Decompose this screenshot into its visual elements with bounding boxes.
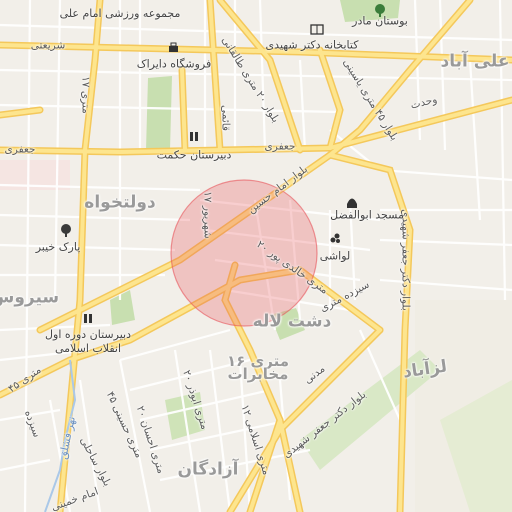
- poi-label: کتابخانه دکتر شهیدی: [265, 38, 359, 52]
- poi-label: پارک خیبر: [35, 240, 81, 254]
- road-label-jafari-east: جعفری: [264, 140, 296, 153]
- area-label-azadegan: آزادگان: [177, 459, 239, 480]
- poi-label: مسجد ابوالفضل: [330, 208, 404, 222]
- poi-label: لواشی: [319, 249, 351, 263]
- poi-park-khayyer[interactable]: پارک خیبر: [36, 241, 81, 254]
- poi-boostan-madar[interactable]: بوستان مادر: [352, 15, 408, 28]
- road-label-jafari-west: جعفری: [4, 143, 36, 156]
- poi-lavashi[interactable]: لواشی: [320, 250, 350, 263]
- road-label-ghaemi: قائمی: [219, 105, 232, 131]
- area-label-sirous: سیروس: [0, 287, 60, 308]
- area-label-laleh-abad: لزآباد: [401, 356, 449, 383]
- poi-abolfazl[interactable]: مسجد ابوالفضل: [330, 209, 404, 222]
- area-label-dasht-lale: دشت لاله: [252, 311, 332, 332]
- highlight-circle: [170, 179, 318, 327]
- poi-ketabkhane[interactable]: کتابخانه دکتر شهیدی: [266, 39, 359, 52]
- poi-label: مجموعه ورزشی امام علی: [59, 7, 181, 20]
- poi-forooshgah[interactable]: فروشگاه دایراک: [137, 58, 212, 71]
- road-label-metri-17b: ۱۷ متری: [79, 76, 92, 114]
- area-label-ali-abad: علی آباد: [440, 51, 510, 72]
- poi-dabirestan-avval[interactable]: دبیرستان دوره اول انقلاب اسلامی: [45, 328, 131, 356]
- poi-label: دبیرستان حکمت: [156, 148, 232, 162]
- map-view[interactable]: علی آباد دولتخواه سیروس دشت لاله لزآباد …: [0, 0, 512, 512]
- park-area: [146, 76, 172, 150]
- road-label-jafar-shahidi: بلوار دکتر جعفر شهیدی: [399, 209, 412, 311]
- poi-hekmat[interactable]: دبیرستان حکمت: [157, 149, 232, 162]
- area-label-metri16: ۱۶ متری مخابرات: [226, 352, 290, 383]
- road-label-shariati: شریعتی: [30, 39, 66, 52]
- poi-label: دبیرستان دوره اول انقلاب اسلامی: [45, 328, 131, 355]
- road-label-metri-17: ۱۷ شهریور: [201, 191, 214, 239]
- poi-label: بوستان مادر: [352, 14, 408, 28]
- poi-label: فروشگاه دایراک: [136, 57, 212, 71]
- poi-majmooe[interactable]: مجموعه ورزشی امام علی: [60, 7, 181, 21]
- area-label-dowlatkhah: دولتخواه: [84, 192, 156, 213]
